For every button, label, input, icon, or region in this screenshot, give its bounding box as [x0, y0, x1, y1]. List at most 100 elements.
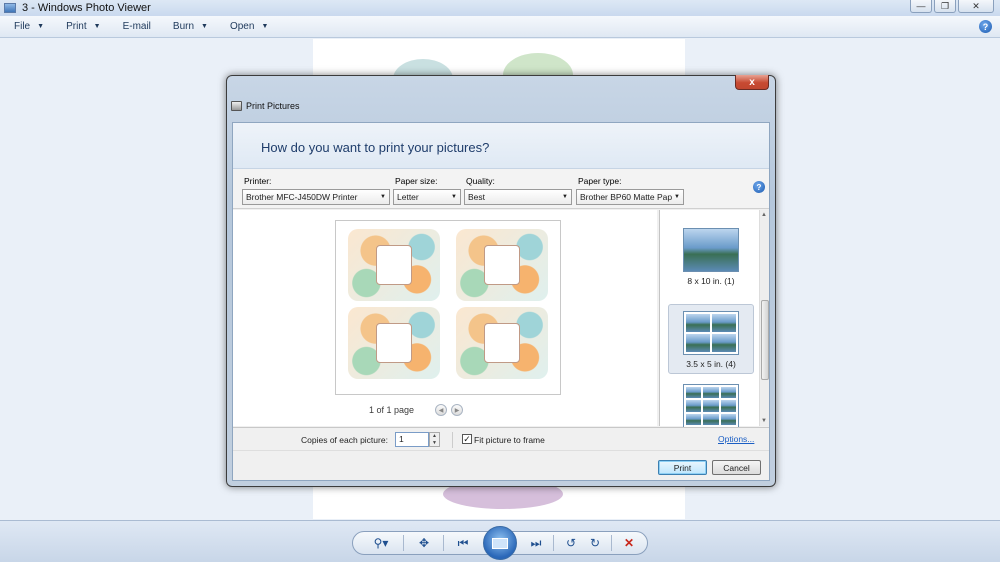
window-title: 3 - Windows Photo Viewer — [22, 2, 151, 14]
divider — [452, 432, 453, 448]
menu-email-label: E-mail — [122, 21, 151, 32]
menu-burn-label: Burn — [172, 21, 195, 32]
dialog-body: How do you want to print your pictures? … — [232, 122, 770, 481]
tile-label — [484, 323, 520, 363]
copies-label: Copies of each picture: — [301, 435, 388, 445]
layout-caption: 3.5 x 5 in. (4) — [686, 359, 736, 369]
quality-select[interactable]: Best ▼ — [464, 189, 572, 205]
preview-tile — [456, 307, 548, 379]
restore-icon[interactable]: ❐ — [934, 0, 956, 13]
scroll-down-icon[interactable]: ▼ — [761, 418, 767, 424]
options-link[interactable]: Options... — [718, 434, 754, 444]
tile-label — [484, 245, 520, 285]
paper-type-select[interactable]: Brother BP60 Matte Pap ▼ — [576, 189, 684, 205]
printer-value: Brother MFC-J450DW Printer — [246, 192, 358, 202]
layout-scrollbar[interactable]: ▲ ▼ — [759, 210, 769, 426]
window-titlebar: 3 - Windows Photo Viewer — ❐ ✕ — [0, 0, 1000, 16]
toolbar-separator — [611, 535, 612, 551]
help-icon[interactable]: ? — [979, 20, 992, 33]
dialog-question: How do you want to print your pictures? — [261, 140, 490, 155]
menu-open-label: Open — [229, 21, 255, 32]
chevron-down-icon: ▼ — [37, 23, 45, 30]
cancel-button[interactable]: Cancel — [712, 460, 761, 475]
photo-viewer-icon — [4, 3, 16, 13]
menu-file[interactable]: File ▼ — [14, 21, 44, 32]
paper-type-value: Brother BP60 Matte Pap — [580, 192, 673, 202]
previous-page-icon[interactable]: ◀ — [435, 404, 447, 416]
paper-size-value: Letter — [397, 192, 419, 202]
close-icon[interactable]: ✕ — [958, 0, 994, 13]
menu-open[interactable]: Open ▼ — [230, 21, 268, 32]
layout-caption: 8 x 10 in. (1) — [687, 276, 735, 286]
fit-checkbox[interactable]: ✓ — [462, 434, 472, 444]
layout-thumbnail — [683, 384, 739, 428]
layout-option-wallet[interactable] — [668, 378, 754, 428]
chevron-down-icon: ▼ — [261, 23, 269, 30]
copies-input[interactable]: 1 — [395, 432, 429, 447]
paper-type-label: Paper type: — [578, 176, 622, 186]
dialog-footer: Print Cancel — [233, 450, 769, 480]
close-icon: x — [749, 76, 755, 88]
layout-option-3x5[interactable]: 3.5 x 5 in. (4) — [668, 304, 754, 374]
menu-burn[interactable]: Burn ▼ — [173, 21, 208, 32]
printer-label: Printer: — [244, 176, 272, 186]
paper-size-select[interactable]: Letter ▼ — [393, 189, 461, 205]
dialog-titlebar: Print Pictures — [231, 101, 300, 111]
dialog-title: Print Pictures — [246, 101, 300, 111]
menu-print[interactable]: Print ▼ — [66, 21, 101, 32]
toolbar-separator — [553, 535, 554, 551]
toolbar-separator — [443, 535, 444, 551]
next-page-icon[interactable]: ▶ — [451, 404, 463, 416]
layout-thumbnail — [683, 228, 739, 272]
preview-tile — [456, 229, 548, 301]
fit-label: Fit picture to frame — [474, 435, 545, 445]
tile-label — [376, 245, 412, 285]
toolbar-separator — [403, 535, 404, 551]
printer-icon — [231, 101, 242, 111]
chevron-down-icon: ▼ — [380, 194, 386, 200]
layout-option-8x10[interactable]: 8 x 10 in. (1) — [668, 222, 754, 290]
viewer-toolbar: ⚲▾ ✥ ⏮ ⏭ ↺ ↻ ✕ — [0, 520, 1000, 562]
menu-email[interactable]: E-mail — [123, 21, 151, 32]
rotate-right-icon[interactable]: ↻ — [584, 535, 606, 551]
copies-spinner[interactable]: ▲ ▼ — [429, 432, 440, 447]
print-pictures-dialog: x Print Pictures How do you want to prin… — [226, 75, 776, 487]
previous-icon[interactable]: ⏮ — [452, 535, 474, 551]
preview-tile — [348, 307, 440, 379]
preview-page — [335, 220, 561, 395]
menu-file-label: File — [14, 21, 31, 32]
printer-select[interactable]: Brother MFC-J450DW Printer ▼ — [242, 189, 390, 205]
dialog-header: How do you want to print your pictures? — [233, 123, 769, 169]
chevron-down-icon: ▼ — [451, 194, 457, 200]
chevron-down-icon: ▼ — [674, 194, 680, 200]
chevron-down-icon: ▼ — [562, 194, 568, 200]
scroll-thumb[interactable] — [761, 300, 769, 380]
scroll-up-icon[interactable]: ▲ — [761, 212, 767, 218]
slideshow-screen — [492, 537, 508, 549]
tile-label — [376, 323, 412, 363]
layout-thumbnail — [683, 311, 739, 355]
menu-print-label: Print — [66, 21, 87, 32]
preview-tile — [348, 229, 440, 301]
minimize-icon[interactable]: — — [910, 0, 932, 13]
actual-size-icon[interactable]: ✥ — [413, 535, 435, 551]
print-button[interactable]: Print — [658, 460, 707, 475]
quality-value: Best — [468, 192, 486, 202]
next-icon[interactable]: ⏭ — [525, 535, 547, 551]
print-options-bar: Printer: Brother MFC-J450DW Printer ▼ Pap… — [233, 169, 769, 209]
delete-icon[interactable]: ✕ — [618, 535, 640, 551]
rotate-left-icon[interactable]: ↺ — [560, 535, 582, 551]
chevron-down-icon: ▼ — [201, 23, 208, 30]
layout-list: 8 x 10 in. (1) 3.5 x 5 in. (4) ▲ ▼ — [659, 210, 769, 428]
chevron-down-icon: ▼ — [93, 23, 101, 30]
page-counter: 1 of 1 page — [369, 405, 415, 415]
menubar: File ▼ Print ▼ E-mail Burn ▼ Open ▼ ? — [0, 16, 1000, 38]
help-icon[interactable]: ? — [753, 181, 765, 193]
slideshow-icon[interactable] — [483, 526, 517, 560]
window-controls: — ❐ ✕ — [910, 0, 994, 13]
dialog-close-button[interactable]: x — [735, 75, 769, 90]
quality-label: Quality: — [466, 176, 495, 186]
zoom-icon[interactable]: ⚲▾ — [370, 535, 392, 551]
print-preview: 1 of 1 page ◀ ▶ — [233, 210, 657, 426]
paper-size-label: Paper size: — [395, 176, 438, 186]
